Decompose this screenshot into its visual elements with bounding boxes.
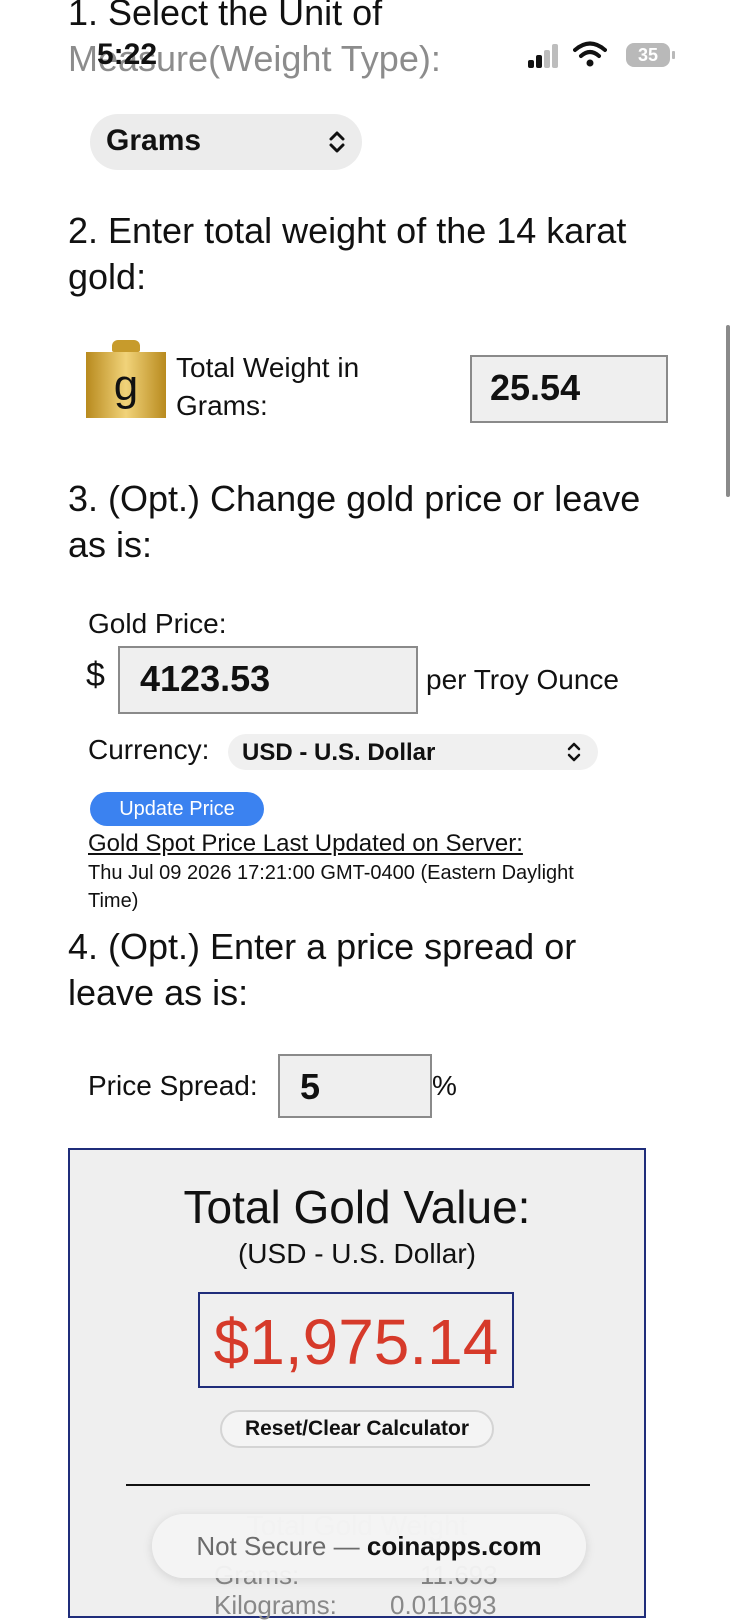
weight-g-icon: g: [86, 340, 166, 420]
unit-select[interactable]: Grams: [90, 114, 362, 170]
currency-select-value: USD - U.S. Dollar: [242, 739, 436, 766]
weight-label-line2: Grams:: [176, 390, 268, 421]
summary-row2-label: Kilograms:: [214, 1590, 337, 1620]
currency-symbol: $: [86, 656, 105, 694]
per-unit-label: per Troy Ounce: [426, 664, 619, 695]
spread-input[interactable]: 5: [278, 1054, 432, 1118]
gold-price-label: Gold Price:: [88, 608, 227, 639]
currency-label: Currency:: [88, 734, 210, 765]
scrollbar-thumb[interactable]: [726, 325, 730, 497]
step4-heading-line1: 4. (Opt.) Enter a price spread or: [68, 926, 577, 967]
last-updated-link[interactable]: Gold Spot Price Last Updated on Server:: [88, 830, 523, 858]
cellular-signal-icon: [528, 44, 558, 68]
summary-row2-value: 0.011693: [390, 1590, 497, 1620]
not-secure-label: Not Secure: [196, 1531, 327, 1561]
last-updated-line2: Time): [88, 890, 139, 912]
clock: 5:22: [97, 38, 158, 71]
result-currency-note: (USD - U.S. Dollar): [237, 1238, 476, 1269]
unit-select-value: Grams: [106, 124, 202, 157]
gold-price-input[interactable]: 4123.53: [118, 646, 418, 714]
reset-button[interactable]: Reset/Clear Calculator: [220, 1410, 494, 1448]
step3-heading-line1: 3. (Opt.) Change gold price or leave: [68, 478, 641, 519]
status-bar: 1. Select the Unit of Measure(Weight Typ…: [0, 0, 738, 90]
chevron-updown-icon: [567, 742, 581, 762]
divider: [126, 1484, 590, 1486]
url-separator: —: [333, 1531, 360, 1561]
result-title: Total Gold Value:: [183, 1181, 531, 1233]
browser-url-bar[interactable]: Not Secure — coinapps.com: [152, 1514, 586, 1578]
last-updated-line1: Thu Jul 09 2026 17:21:00 GMT-0400 (Easte…: [88, 862, 574, 884]
wifi-icon: [573, 41, 607, 67]
battery-icon: 35: [626, 43, 670, 67]
step4-heading-line2: leave as is:: [68, 972, 249, 1013]
currency-select[interactable]: USD - U.S. Dollar: [228, 734, 598, 770]
weight-input[interactable]: 25.54: [470, 355, 668, 423]
update-price-button[interactable]: Update Price: [90, 792, 264, 826]
percent-sign: %: [432, 1070, 457, 1101]
chevron-updown-icon: [329, 131, 345, 153]
total-value-box: $1,975.14: [198, 1292, 514, 1388]
step1-heading-line1: 1. Select the Unit of: [68, 0, 383, 33]
step3-heading-line2: as is:: [68, 524, 153, 565]
domain-label: coinapps.com: [366, 1531, 542, 1561]
weight-label-line1: Total Weight in: [176, 352, 360, 383]
spread-label: Price Spread:: [88, 1070, 258, 1101]
battery-cap: [672, 51, 675, 59]
total-value: $1,975.14: [213, 1306, 499, 1378]
step2-heading-line2: gold:: [68, 256, 147, 297]
step2-heading-line1: 2. Enter total weight of the 14 karat: [68, 210, 627, 251]
